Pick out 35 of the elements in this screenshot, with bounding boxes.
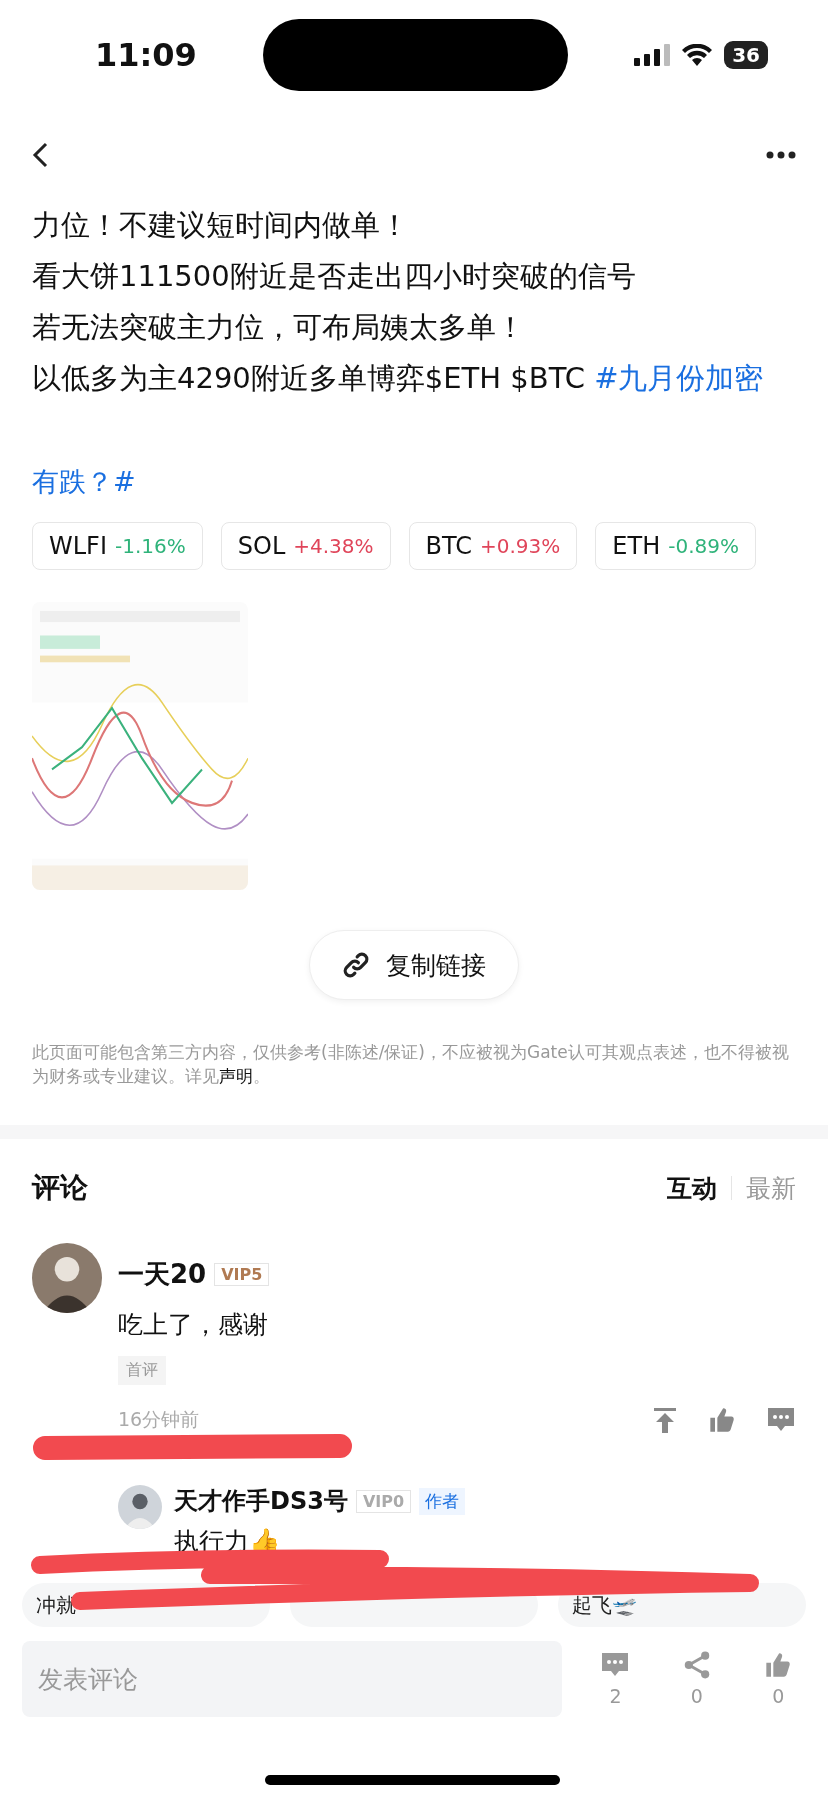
ticker-chip[interactable]: ETH -0.89% bbox=[595, 522, 756, 570]
post-text-line: 若无法突破主力位，可布局姨太多单！ bbox=[32, 309, 526, 346]
share-icon bbox=[682, 1651, 711, 1679]
ticker-chip[interactable]: BTC +0.93% bbox=[408, 522, 578, 570]
comments-title: 评论 bbox=[32, 1170, 88, 1206]
hashtag-link[interactable]: 有跌？# bbox=[32, 462, 796, 502]
back-icon[interactable] bbox=[32, 142, 48, 168]
ticker-chip[interactable]: SOL +4.38% bbox=[220, 522, 391, 570]
post-text-line: 以低多为主4290附近多单博弈$ETH $BTC #九月份加密 bbox=[32, 360, 765, 397]
thumbs-up-icon[interactable] bbox=[764, 1651, 793, 1679]
avatar[interactable] bbox=[118, 1485, 162, 1529]
copy-link-button[interactable]: 复制链接 bbox=[309, 930, 519, 1000]
battery-level: 36 bbox=[724, 41, 768, 69]
commenter-name: 一天20 bbox=[118, 1258, 207, 1291]
more-icon[interactable] bbox=[766, 151, 796, 159]
thumbs-up-icon[interactable] bbox=[708, 1406, 736, 1434]
link-icon bbox=[342, 951, 370, 979]
signal-icon bbox=[634, 44, 671, 66]
disclaimer-text: 此页面可能包含第三方内容，仅供参考(非陈述/保证)，不应被视为Gate认可其观点表述，也不得被视为财务或专业建议。详见声明。 bbox=[32, 1041, 790, 1088]
post-text-line: 力位！不建议短时间内做单！ bbox=[32, 207, 410, 244]
comment-text: 吃上了，感谢 bbox=[118, 1309, 269, 1341]
wifi-icon bbox=[682, 44, 713, 66]
status-time: 11:09 bbox=[95, 36, 197, 74]
vip-badge: VIP5 bbox=[214, 1263, 270, 1286]
commenter-name: 天才作手DS3号 bbox=[174, 1486, 348, 1517]
post-text-line: 看大饼111500附近是否走出四小时突破的信号 bbox=[32, 258, 637, 295]
comment-time: 16分钟前 bbox=[118, 1407, 200, 1432]
vip-badge: VIP0 bbox=[355, 1489, 412, 1513]
sort-tab[interactable]: 互动 bbox=[667, 1171, 717, 1205]
pin-to-top-icon[interactable] bbox=[652, 1406, 678, 1434]
author-badge: 作者 bbox=[419, 1487, 466, 1515]
comment-input[interactable]: 发表评论 bbox=[22, 1641, 562, 1717]
ticker-chip[interactable]: WLFI -1.16% bbox=[32, 522, 203, 570]
statement-link[interactable]: 声明 bbox=[219, 1066, 253, 1086]
first-comment-tag: 首评 bbox=[118, 1356, 166, 1385]
